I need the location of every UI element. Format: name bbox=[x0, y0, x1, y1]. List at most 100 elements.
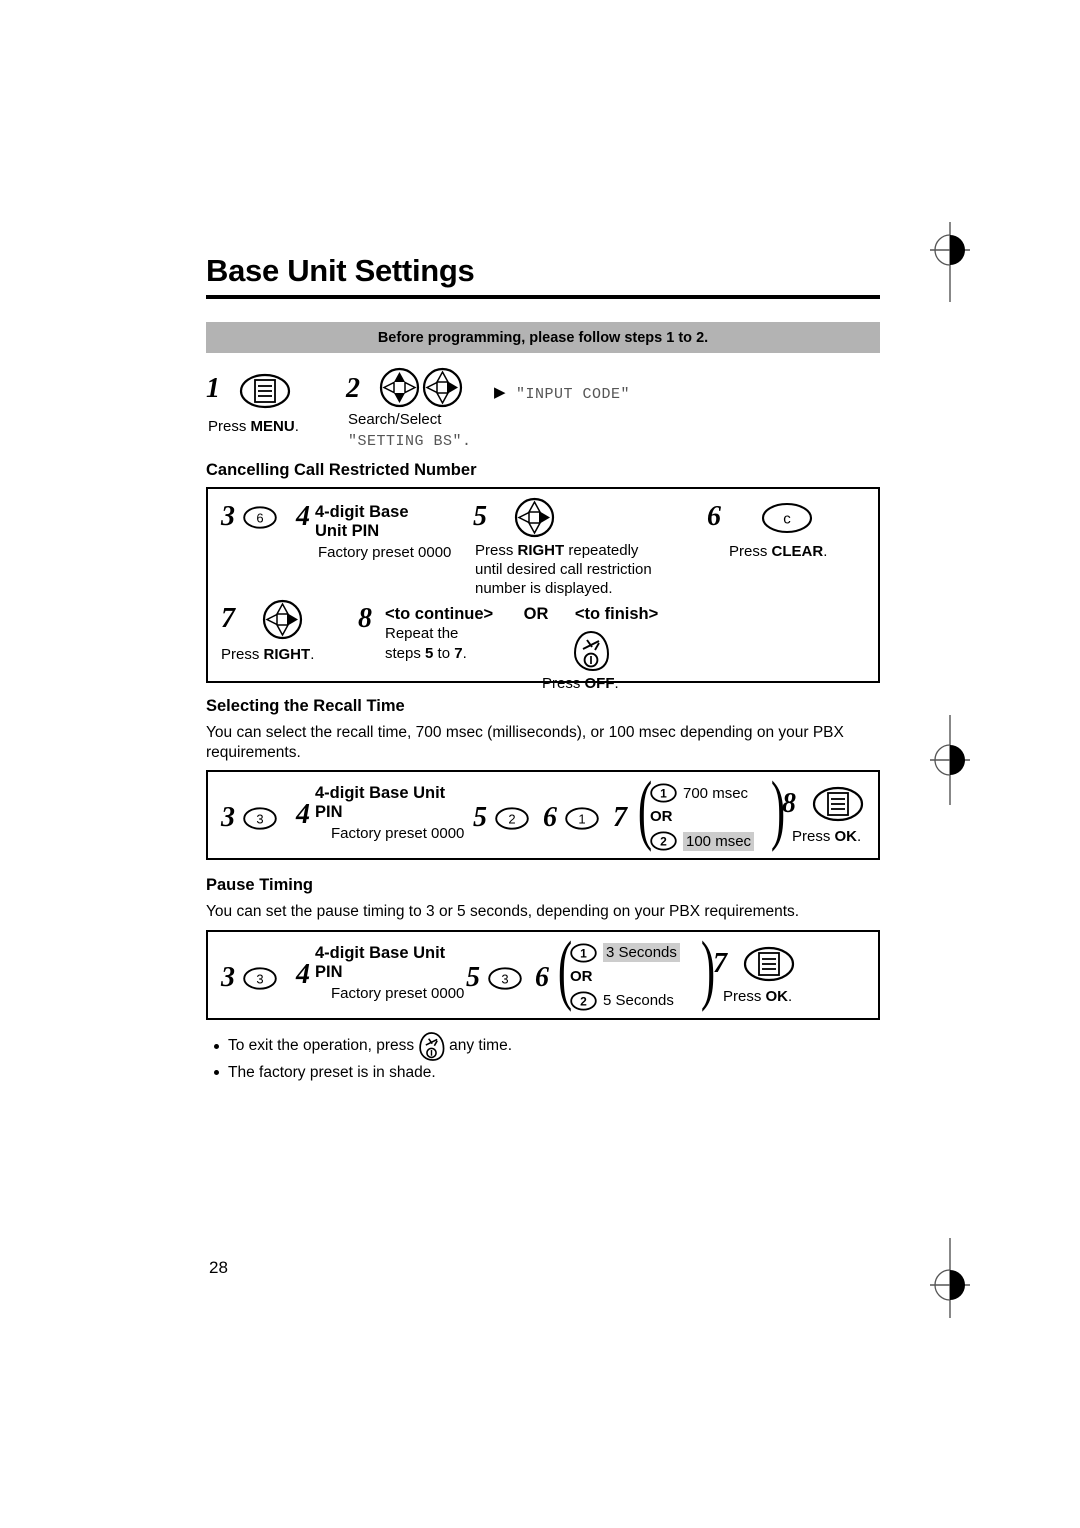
display-text: "INPUT CODE" bbox=[516, 386, 631, 403]
recall-option-1-label: 700 msec bbox=[683, 784, 749, 802]
bullet-dot-icon bbox=[214, 1043, 219, 1049]
off-key-icon[interactable] bbox=[418, 1031, 445, 1062]
cancel-step-8-finish-bold: OFF bbox=[584, 675, 615, 692]
svg-text:6: 6 bbox=[256, 510, 263, 525]
cancel-step-4-note: Factory preset 0000 bbox=[318, 544, 452, 562]
cancel-step-4-title-line1: 4-digit Base bbox=[315, 503, 409, 521]
step-1-caption-bold: MENU bbox=[250, 418, 295, 435]
nav-key-updown-icon[interactable] bbox=[379, 367, 420, 408]
recall-step-4-number: 4 bbox=[296, 799, 310, 831]
cancel-step-6-number: 6 bbox=[707, 501, 721, 532]
cancel-step-7-caption: Press RIGHT. bbox=[221, 646, 314, 665]
cancel-step-6-caption: Press CLEAR. bbox=[729, 543, 827, 562]
pause-step-5-number: 5 bbox=[466, 961, 480, 993]
svg-text:2: 2 bbox=[660, 835, 667, 849]
svg-text:1: 1 bbox=[580, 946, 587, 960]
pause-option-1-label: 3 Seconds bbox=[603, 943, 680, 963]
pause-step-4-title-line2: PIN bbox=[315, 962, 343, 981]
option-key-1-icon: 1 bbox=[570, 943, 597, 963]
nav-key-right-icon[interactable] bbox=[422, 367, 463, 408]
menu-key-icon[interactable] bbox=[812, 786, 864, 822]
pause-step-4-number: 4 bbox=[296, 958, 310, 990]
section-body-recall: You can select the recall time, 700 msec… bbox=[206, 724, 844, 761]
page-number: 28 bbox=[209, 1258, 228, 1277]
recall-step-7-number: 7 bbox=[613, 802, 627, 834]
recall-options: 1 700 msec OR 2 100 msec bbox=[650, 781, 755, 853]
cancel-step-3: 3 6 bbox=[221, 503, 277, 531]
cancel-step-8-steps-d: 7 bbox=[454, 645, 463, 663]
recall-step-8-caption: Press OK. bbox=[792, 828, 864, 847]
step-1-caption-suffix: . bbox=[294, 418, 299, 435]
note-item-exit: To exit the operation, press any time. bbox=[206, 1031, 880, 1062]
recall-step-4-note: Factory preset 0000 bbox=[331, 825, 465, 843]
pause-step-3: 3 3 bbox=[221, 961, 277, 993]
cancel-step-6-caption-bold: CLEAR bbox=[771, 543, 824, 560]
lcd-display-hint: ▶ "INPUT CODE" bbox=[494, 383, 630, 403]
number-key-1-icon[interactable]: 1 bbox=[565, 807, 599, 830]
banner-text: Before programming, please follow steps … bbox=[377, 329, 709, 346]
cancel-step-8-or-label: OR bbox=[523, 605, 549, 623]
svg-text:2: 2 bbox=[508, 811, 515, 826]
cancel-step-8-number: 8 bbox=[358, 603, 372, 634]
registration-mark-bottom bbox=[930, 1238, 970, 1323]
cancel-step-8-finish-prefix: Press bbox=[542, 675, 585, 692]
number-key-3-icon[interactable]: 3 bbox=[243, 966, 277, 990]
cancel-step-7-caption-prefix: Press bbox=[221, 646, 264, 663]
cancel-step-7-caption-bold: RIGHT bbox=[263, 646, 311, 663]
section-heading-cancelling: Cancelling Call Restricted Number bbox=[206, 461, 477, 479]
registration-mark-middle bbox=[930, 715, 970, 810]
recall-option-1[interactable]: 1 700 msec bbox=[650, 781, 754, 805]
nav-key-right-icon[interactable] bbox=[262, 599, 303, 640]
cancel-step-8-finish-label: <to finish> bbox=[574, 605, 659, 623]
svg-text:1: 1 bbox=[578, 811, 585, 826]
pause-step-5: 5 3 bbox=[466, 961, 522, 993]
step-1: 1 Press MENU. bbox=[206, 373, 299, 437]
section-body-pause: You can set the pause timing to 3 or 5 s… bbox=[206, 903, 800, 921]
number-key-3-icon[interactable]: 3 bbox=[488, 966, 522, 990]
number-key-3-icon[interactable]: 3 bbox=[243, 807, 277, 830]
cancel-step-6: 6 c Press CLEAR. bbox=[707, 503, 827, 562]
recall-step-5-number: 5 bbox=[473, 802, 487, 834]
pause-step-3-number: 3 bbox=[221, 961, 235, 993]
note-exit-text-b: any time. bbox=[449, 1037, 512, 1055]
number-key-2-icon[interactable]: 2 bbox=[495, 807, 529, 830]
recall-option-2[interactable]: 2 100 msec bbox=[650, 829, 755, 853]
clear-key-icon[interactable]: c bbox=[761, 502, 813, 534]
option-key-2-icon: 2 bbox=[650, 831, 677, 851]
step-1-number: 1 bbox=[206, 373, 220, 404]
number-key-6-icon[interactable]: 6 bbox=[243, 506, 277, 529]
step-2-caption-line1: Search/Select bbox=[348, 411, 442, 428]
pause-step-4-title-line1: 4-digit Base Unit bbox=[315, 943, 446, 962]
menu-key-icon[interactable] bbox=[743, 946, 795, 982]
procedure-box-cancelling: 3 6 4 4-digit Base Unit PIN Factory pres… bbox=[206, 487, 880, 692]
svg-text:3: 3 bbox=[256, 971, 263, 986]
recall-step-6-number: 6 bbox=[543, 802, 557, 834]
recall-step-4-title-line2: PIN bbox=[315, 803, 343, 822]
pause-step-7-caption-suffix: . bbox=[788, 987, 793, 1005]
cancel-step-5: 5 Press RIGHT repeatedly until desired c… bbox=[473, 497, 652, 599]
menu-key-icon[interactable] bbox=[239, 373, 291, 409]
pause-step-7-caption-bold: OK bbox=[765, 987, 789, 1005]
svg-text:c: c bbox=[783, 511, 791, 528]
page-title: Base Unit Settings bbox=[206, 253, 475, 288]
pause-option-2[interactable]: 2 5 Seconds bbox=[570, 989, 680, 1013]
step-2: 2 Search/Select "SETTING BS". bbox=[346, 367, 472, 450]
recall-step-8-number: 8 bbox=[782, 788, 796, 820]
banner-note: Before programming, please follow steps … bbox=[206, 322, 880, 353]
pause-options: 1 3 Seconds OR 2 5 Seconds bbox=[570, 941, 680, 1013]
cancel-step-8-finish-suffix: . bbox=[614, 675, 619, 692]
procedure-box-recall: 3 3 4 4-digit Base Unit PIN Factory pres… bbox=[206, 770, 880, 861]
nav-key-right-icon[interactable] bbox=[514, 497, 555, 538]
pause-option-1[interactable]: 1 3 Seconds bbox=[570, 941, 680, 965]
cancel-step-8-finish: Press OFF. bbox=[542, 630, 619, 694]
cancel-step-5-text-line2: until desired call restriction bbox=[475, 560, 652, 578]
cancel-step-5-number: 5 bbox=[473, 501, 487, 532]
pause-step-4-note: Factory preset 0000 bbox=[331, 984, 465, 1002]
cancel-step-4-title-line2: Unit PIN bbox=[315, 522, 380, 541]
off-key-icon[interactable] bbox=[572, 630, 610, 672]
recall-step-5: 5 2 bbox=[473, 804, 529, 832]
intro-steps: 1 Press MENU. 2 Search/Select "SETTING B… bbox=[206, 367, 880, 459]
cancel-step-5-text-line1: Press RIGHT repeatedly bbox=[475, 542, 652, 561]
cancel-step-5-text-line3: number is displayed. bbox=[475, 579, 613, 597]
svg-text:1: 1 bbox=[660, 787, 667, 801]
